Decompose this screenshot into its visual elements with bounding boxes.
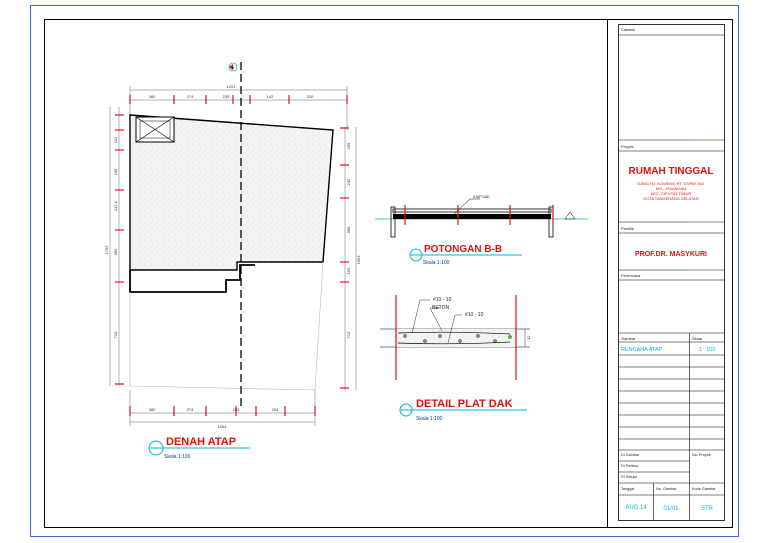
bottom-total-dim: 1064 [218, 424, 228, 429]
right-total-dim: 1693 [356, 255, 361, 265]
diperiksa-label: Di Periksa [621, 464, 639, 468]
right-dim-1: 209 [346, 142, 351, 149]
right-dim-2: 242 [346, 178, 351, 185]
no-proyek-label: No. Proyek [692, 453, 711, 457]
proyek-label: Proyek [621, 144, 633, 149]
top-dim-1: 380 [149, 94, 156, 99]
top-dim-5: 330 [307, 94, 314, 99]
slab-concrete [396, 329, 516, 347]
section-scale: Skala 1:100 [423, 260, 450, 266]
left-dim-5: 720 [113, 331, 118, 338]
top-dim-3: 235 [223, 94, 230, 99]
bottom-dim-4: 254 [272, 407, 279, 412]
section-slab [393, 214, 551, 219]
top-total-dim: 1201 [227, 84, 237, 89]
detail-scale: Skala 1:100 [416, 416, 443, 422]
owner-name: PROF.DR. MASYKURI [635, 251, 707, 258]
bottom-dim-3: 253 [233, 407, 240, 412]
drawing-code: STR [701, 506, 714, 512]
left-dim-1: 112 [113, 136, 118, 143]
project-name: RUMAH TINGGAL [629, 166, 714, 177]
pemilik-label: Pemilik [621, 226, 634, 231]
top-dim-4: 142 [267, 94, 274, 99]
drawing-scale: 1 : 100 [699, 347, 716, 353]
slab-detail: #10 - 10 BETON #10 - 10 12 DETAIL PLAT D… [380, 295, 531, 422]
plan-title: DENAH ATAP [166, 436, 236, 448]
left-total-dim: 1763 [104, 245, 109, 255]
sheet-number: 01/01 [663, 506, 679, 512]
address-line-4: KOTA TANGERANG SELATAN [643, 196, 698, 201]
bottom-dim-1: 380 [149, 407, 156, 412]
catatan-label: Catatan [621, 27, 635, 32]
left-dim-4: 380 [113, 248, 118, 255]
gambar-label: Gambar [621, 336, 636, 341]
detail-thickness: 12 [526, 335, 531, 340]
plan-scale: Skala 1:100 [164, 454, 191, 460]
roof-plan: B 1201 380 274 235 142 330 380 274 253 2… [104, 62, 361, 460]
section-slab-label: ATAP DAK [473, 195, 490, 199]
top-dim-2: 274 [187, 94, 194, 99]
date-value: AUG 14 [625, 505, 647, 511]
detail-concrete-label: BETON [432, 305, 450, 311]
section-drawing: ATAP DAK POTONGAN B-B Skala 1:100 [375, 195, 588, 266]
digambar-label: Di Gambar [621, 453, 640, 457]
detail-title: DETAIL PLAT DAK [416, 398, 513, 410]
perencana-label: Perencana [621, 273, 641, 278]
title-block: Catatan Proyek RUMAH TINGGAL GANG HJ. KO… [618, 24, 725, 521]
left-dim-3: 217.5 [113, 200, 118, 211]
skala-label: Skala [692, 336, 703, 341]
no-gambar-label: No. Gambar [656, 487, 677, 491]
section-title: POTONGAN B-B [424, 244, 502, 255]
right-dim-4: 150 [346, 267, 351, 274]
right-dim-3: 389 [346, 226, 351, 233]
section-marker-label: B [232, 65, 235, 70]
drawing-name: RENCANA ATAP [621, 347, 663, 353]
detail-rebar-bottom: #10 - 10 [465, 312, 484, 318]
kode-gambar-label: Kode Gambar [692, 487, 716, 491]
tanggal-label: Tanggal [621, 487, 634, 491]
left-dim-2: 106 [113, 168, 118, 175]
bottom-dim-2: 274 [187, 407, 194, 412]
detail-rebar-top: #10 - 10 [433, 297, 452, 303]
disetujui-label: Di Setujui [621, 475, 637, 479]
drawing-sheet: B 1201 380 274 235 142 330 380 274 253 2… [30, 5, 739, 537]
right-dim-5: 713 [346, 331, 351, 338]
